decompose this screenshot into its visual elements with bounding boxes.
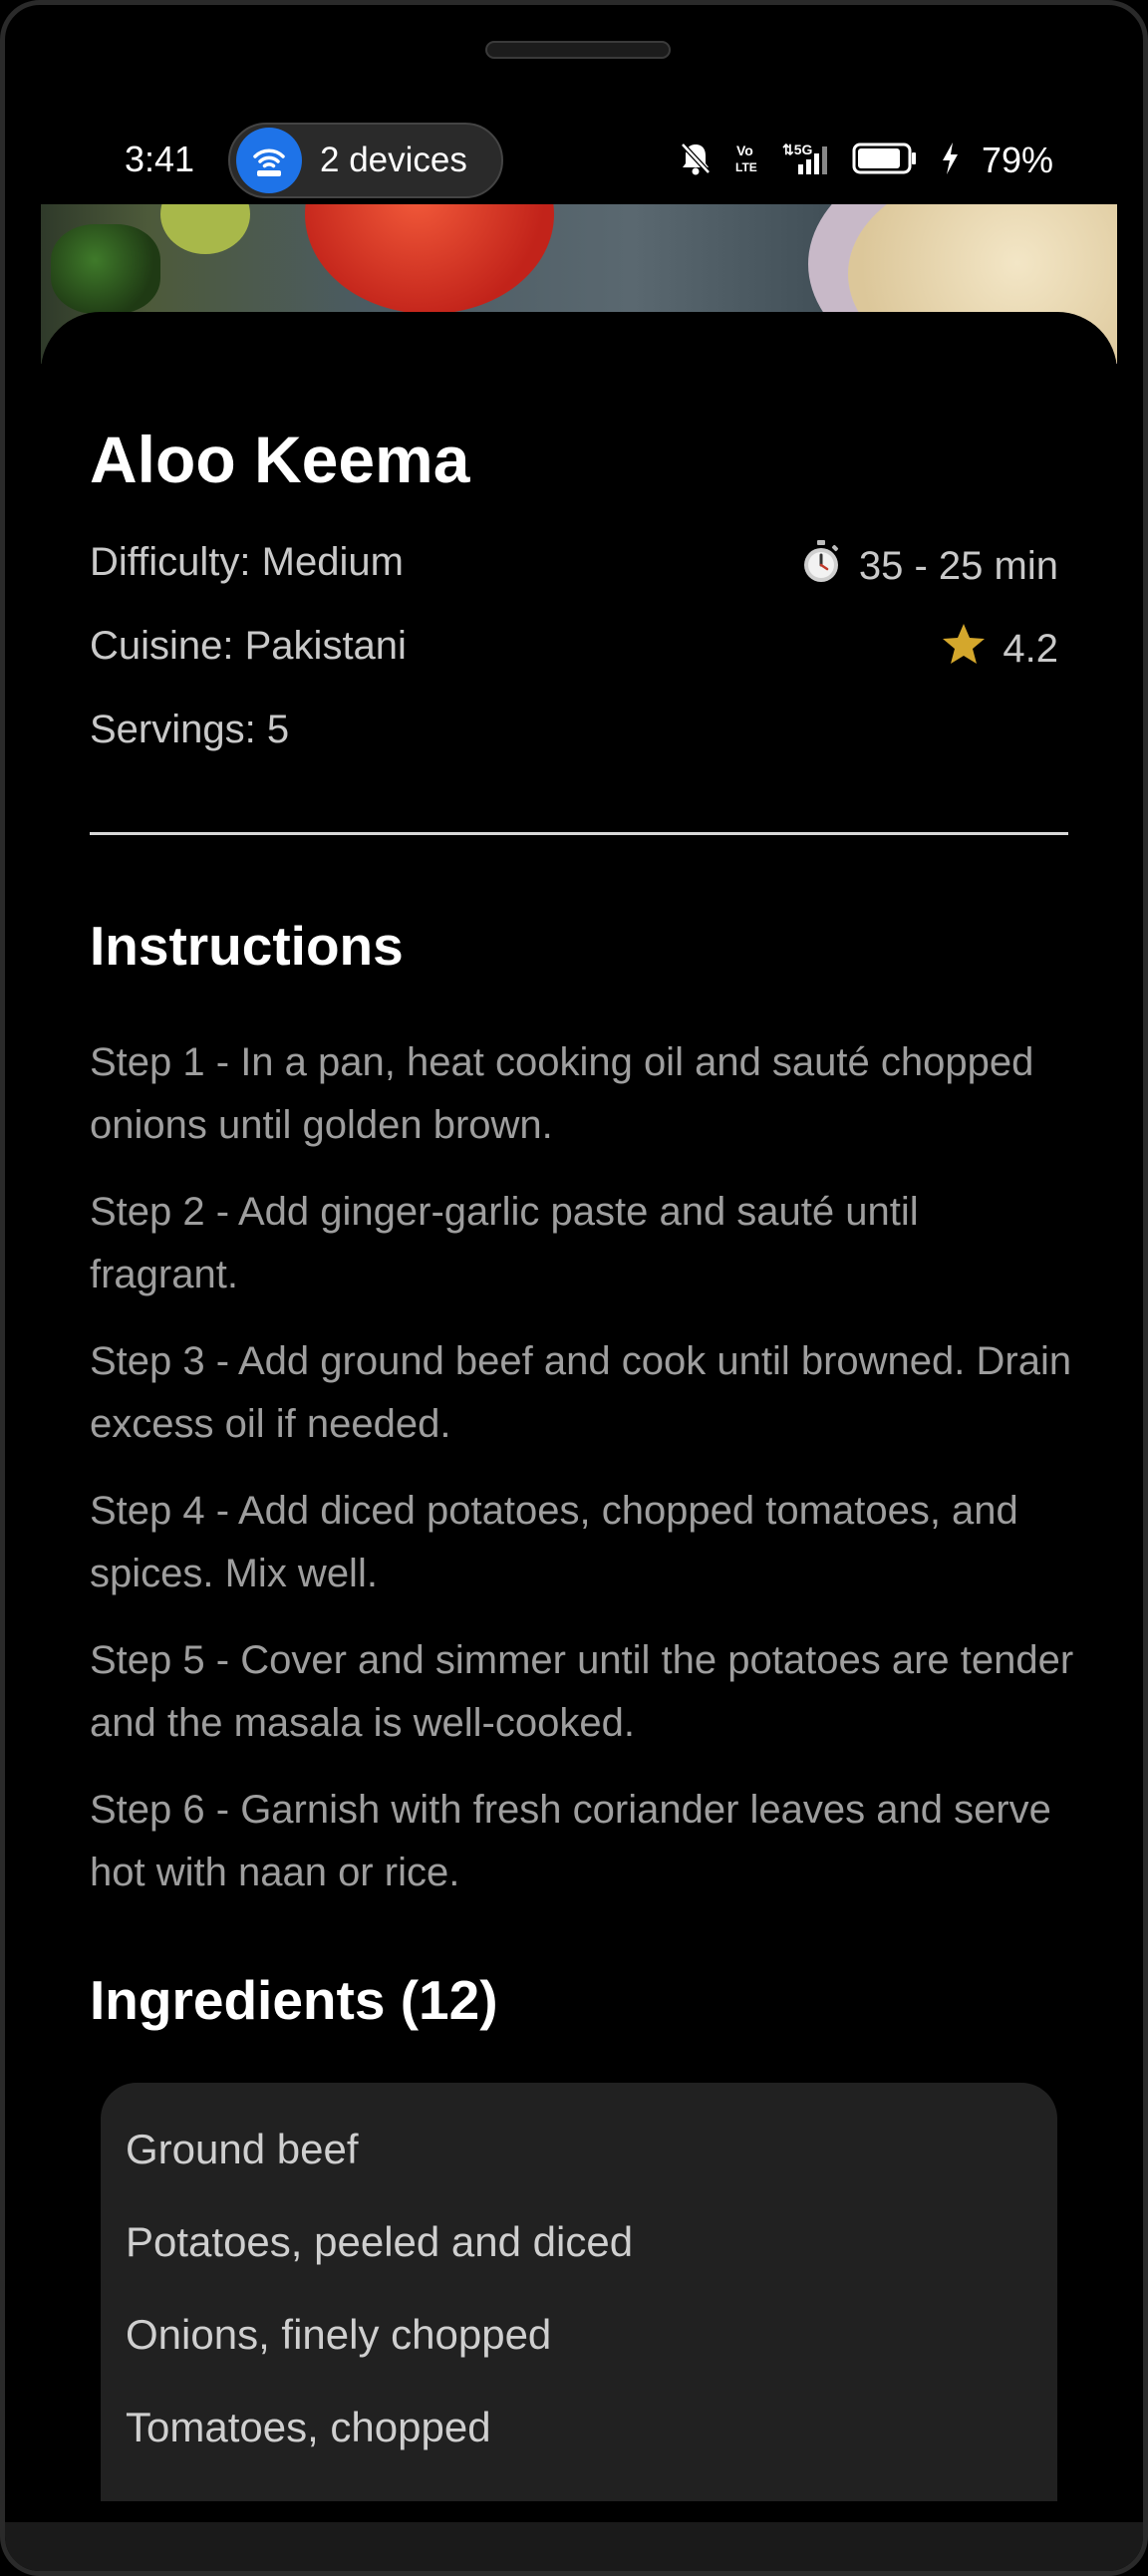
section-divider (90, 832, 1068, 835)
instructions-heading: Instructions (90, 915, 404, 977)
instruction-step: Step 1 - In a pan, heat cooking oil and … (90, 1040, 1034, 1147)
instruction-step: Step 2 - Add ginger-garlic paste and sau… (90, 1190, 919, 1296)
difficulty-label: Difficulty: Medium (90, 540, 404, 584)
ingredients-heading: Ingredients (12) (90, 1969, 498, 2031)
charging-bolt-icon (940, 141, 960, 181)
instruction-step: Step 5 - Cover and simmer until the pota… (90, 1638, 1074, 1745)
ingredient-item: Ground beef (126, 2126, 359, 2172)
stopwatch-icon (799, 538, 843, 594)
volte-icon: Vo LTE (734, 141, 758, 181)
status-time: 3:41 (125, 139, 195, 179)
silent-bell-icon (679, 141, 713, 181)
instruction-step: Step 6 - Garnish with fresh coriander le… (90, 1788, 1051, 1894)
battery-percent: 79% (981, 140, 1053, 180)
svg-text:Vo: Vo (736, 143, 753, 158)
battery-icon (852, 142, 918, 180)
ingredients-card[interactable]: Ground beef Potatoes, peeled and diced O… (101, 2083, 1057, 2501)
status-bar: 3:41 2 devices Vo LTE ⇅5G 79% (5, 115, 1143, 206)
svg-text:⇅5G: ⇅5G (782, 142, 813, 157)
status-icons: Vo LTE ⇅5G 79% (679, 135, 1053, 186)
instruction-step: Step 4 - Add diced potatoes, chopped tom… (90, 1489, 1018, 1595)
instruction-step: Step 3 - Add ground beef and cook until … (90, 1339, 1072, 1446)
ingredient-item: Potatoes, peeled and diced (126, 2218, 634, 2265)
ingredient-item: Tomatoes, chopped (126, 2404, 491, 2450)
cuisine-label: Cuisine: Pakistani (90, 624, 407, 668)
system-nav-bar (5, 2522, 1143, 2571)
ingredient-item: Onions, finely chopped (126, 2311, 552, 2358)
earpiece-speaker (485, 41, 671, 59)
devices-pill[interactable]: 2 devices (228, 123, 503, 198)
recipe-title: Aloo Keema (90, 423, 470, 496)
signal-5g-icon: ⇅5G (780, 141, 830, 181)
instructions-list: Step 1 - In a pan, heat cooking oil and … (90, 1031, 1076, 1928)
servings-label: Servings: 5 (90, 708, 290, 751)
cook-time-value: 35 - 25 min (858, 543, 1058, 588)
devices-label: 2 devices (320, 141, 467, 179)
recipe-rating: 4.2 (941, 622, 1058, 676)
rating-value: 4.2 (1003, 626, 1058, 671)
svg-text:LTE: LTE (735, 160, 757, 174)
phone-frame: 3:41 2 devices Vo LTE ⇅5G 79% Aloo Keema… (0, 0, 1148, 2576)
wifi-hotspot-icon (236, 128, 302, 193)
cook-time: 35 - 25 min (799, 538, 1058, 594)
star-icon (941, 622, 987, 676)
